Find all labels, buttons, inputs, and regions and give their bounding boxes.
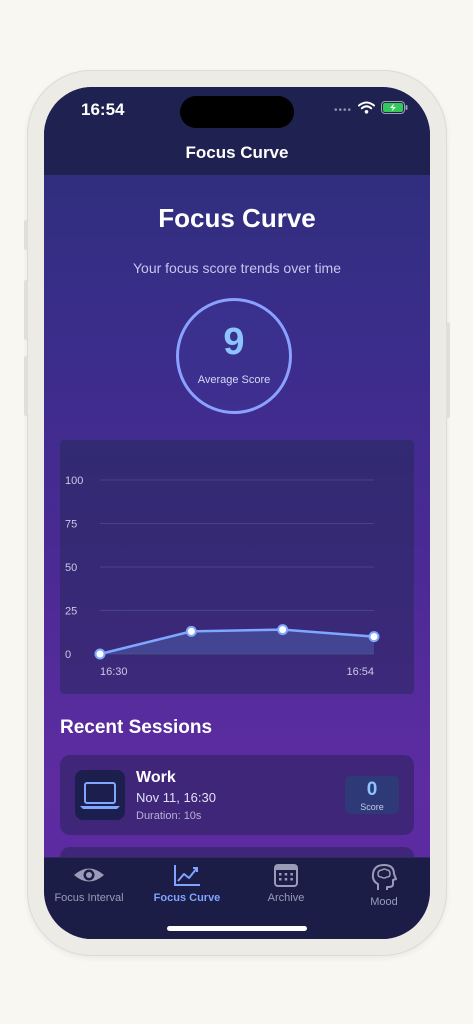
side-button-action — [24, 220, 28, 250]
chart-data-point — [94, 648, 106, 660]
average-score-value: 9 — [223, 321, 245, 363]
tab-mood-label: Mood — [370, 896, 398, 908]
session-score-badge: 0 Score — [345, 776, 399, 814]
status-bar: 16:54 •••• — [44, 87, 430, 137]
home-indicator — [167, 926, 307, 931]
wifi-icon — [358, 101, 375, 119]
focus-chart: 100 75 50 25 0 16:30 16:54 — [65, 475, 380, 678]
page-subtitle: Your focus score trends over time — [132, 260, 342, 276]
status-icons: •••• — [334, 101, 408, 119]
brain-head-icon — [371, 864, 397, 890]
session-score-value: 0 — [366, 779, 378, 800]
tab-archive-label: Archive — [267, 892, 305, 904]
tab-focus-interval-label: Focus Interval — [54, 892, 124, 904]
session-name: Work — [136, 769, 176, 786]
chart-x-tick-label: 16:30 — [100, 666, 128, 678]
session-date: Nov 11, 16:30 — [136, 790, 216, 805]
eye-icon — [74, 868, 104, 882]
app-screen: 16:54 •••• Focus Curve Focus Curve Your … — [44, 87, 430, 939]
chart-y-tick-label: 100 — [65, 475, 83, 487]
calendar-icon — [274, 864, 298, 887]
chart-y-tick-label: 25 — [65, 606, 77, 618]
side-button-volume-up — [24, 280, 28, 340]
navigation-bar: Focus Curve — [44, 137, 430, 175]
dynamic-island — [180, 96, 294, 128]
chart-y-tick-label: 0 — [65, 649, 71, 661]
status-time: 16:54 — [81, 100, 125, 119]
tab-archive[interactable]: Archive — [238, 862, 334, 904]
session-score-label: Score — [360, 802, 384, 812]
tab-focus-curve-label: Focus Curve — [153, 892, 221, 904]
battery-charging-icon — [381, 101, 408, 119]
chart-data-point — [368, 631, 380, 643]
average-score-circle: 9 Average Score — [176, 298, 292, 414]
tab-focus-interval[interactable]: Focus Interval — [44, 862, 137, 904]
session-card[interactable]: Work Nov 11, 16:30 Duration: 10s 0 Score — [60, 755, 414, 835]
chart-line-icon — [174, 865, 200, 886]
laptop-icon — [80, 782, 120, 809]
page-title: Focus Curve — [158, 203, 316, 233]
recent-sessions-title: Recent Sessions — [60, 717, 213, 738]
chart-data-point — [185, 625, 197, 637]
session-duration: Duration: 10s — [136, 810, 202, 822]
side-button-volume-down — [24, 356, 28, 416]
cellular-signal-icon: •••• — [333, 104, 352, 116]
nav-title: Focus Curve — [185, 143, 289, 162]
chart-data-point — [277, 624, 289, 636]
tab-mood[interactable]: Mood — [336, 862, 430, 908]
chart-y-tick-label: 75 — [65, 519, 77, 531]
tab-bar: Focus Interval Focus Curve Archive Mood — [44, 857, 430, 939]
tab-focus-curve[interactable]: Focus Curve — [139, 862, 235, 904]
chart-y-tick-label: 50 — [65, 562, 77, 574]
chart-x-tick-label: 16:54 — [346, 666, 374, 678]
side-button-power — [446, 322, 450, 418]
focus-chart-card: 100 75 50 25 0 16:30 16:54 — [60, 440, 414, 694]
average-score-label: Average Score — [197, 374, 271, 386]
session-icon-container — [75, 770, 125, 820]
